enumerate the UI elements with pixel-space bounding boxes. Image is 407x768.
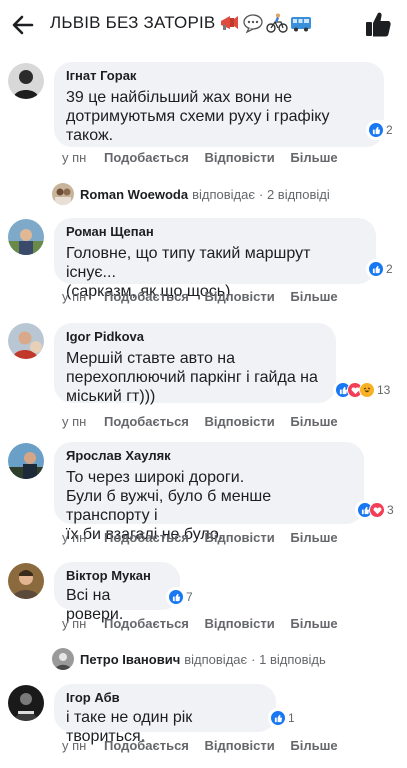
reply-count: · 2 відповіді bbox=[259, 186, 330, 202]
comment-author[interactable]: Роман Щепан bbox=[66, 224, 364, 240]
group-title: ЛЬВІВ БЕЗ ЗАТОРІВ bbox=[50, 13, 216, 32]
comment-actions: у пн Подобається Відповісти Більше bbox=[62, 414, 338, 429]
reaction-count: 3 bbox=[387, 503, 394, 517]
comment-actions: у пн Подобається Відповісти Більше bbox=[62, 289, 338, 304]
reply-verb: відповідає bbox=[184, 651, 248, 667]
comment-bubble: Ігнат Горак 39 це найбільший жах вони не… bbox=[54, 62, 384, 147]
comment-time: у пн bbox=[62, 289, 87, 304]
comment-author[interactable]: Віктор Мукан bbox=[66, 568, 168, 584]
back-arrow-icon[interactable] bbox=[10, 12, 36, 38]
bus-emoji-icon bbox=[291, 17, 311, 32]
more-button[interactable]: Більше bbox=[290, 738, 337, 753]
like-button[interactable]: Подобається bbox=[104, 530, 189, 545]
comment-time: у пн bbox=[62, 616, 87, 631]
comment-author[interactable]: Igor Pidkova bbox=[66, 329, 324, 345]
reaction-count: 2 bbox=[386, 123, 393, 137]
more-button[interactable]: Більше bbox=[290, 616, 337, 631]
avatar[interactable] bbox=[8, 63, 44, 99]
reply-button[interactable]: Відповісти bbox=[205, 289, 275, 304]
reaction-summary[interactable]: 2 bbox=[366, 259, 395, 279]
haha-reaction-icon bbox=[359, 382, 375, 398]
comment-time: у пн bbox=[62, 150, 87, 165]
reply-avatar bbox=[52, 183, 74, 205]
comment-bubble: Роман Щепан Головне, що типу такий маршр… bbox=[54, 218, 376, 300]
comment-bubble: Igor Pidkova Мершій ставте авто на перех… bbox=[54, 323, 336, 405]
like-button[interactable]: Подобається bbox=[104, 414, 189, 429]
reply-button[interactable]: Відповісти bbox=[205, 616, 275, 631]
reaction-summary[interactable]: 7 bbox=[166, 587, 195, 607]
thumbs-up-icon[interactable] bbox=[363, 9, 393, 39]
more-button[interactable]: Більше bbox=[290, 414, 337, 429]
avatar[interactable] bbox=[8, 219, 44, 255]
reply-button[interactable]: Відповісти bbox=[205, 530, 275, 545]
avatar[interactable] bbox=[8, 563, 44, 599]
like-reaction-icon bbox=[270, 710, 286, 726]
reaction-summary[interactable]: 3 bbox=[355, 500, 396, 520]
comment-actions: у пн Подобається Відповісти Більше bbox=[62, 738, 338, 753]
reaction-summary[interactable]: 2 bbox=[366, 120, 395, 140]
reply-author[interactable]: Петро Іванович bbox=[80, 652, 180, 667]
like-button[interactable]: Подобається bbox=[104, 738, 189, 753]
reaction-summary[interactable]: 13 bbox=[333, 380, 393, 400]
comment-author[interactable]: Ярослав Хауляк bbox=[66, 448, 352, 464]
reply-author[interactable]: Roman Woewoda bbox=[80, 187, 188, 202]
comment-bubble: Ігор Абв і таке не один рік твориться. bbox=[54, 684, 276, 745]
comment-time: у пн bbox=[62, 738, 87, 753]
top-bar: ЛЬВІВ БЕЗ ЗАТОРІВ bbox=[0, 0, 407, 52]
comment-text: 39 це найбільший жах вони не дотримуютьм… bbox=[66, 89, 330, 144]
cyclist-emoji-icon bbox=[266, 13, 288, 33]
title-emojis bbox=[218, 12, 312, 34]
more-button[interactable]: Більше bbox=[290, 289, 337, 304]
like-reaction-icon bbox=[368, 122, 384, 138]
reply-verb: відповідає bbox=[192, 186, 256, 202]
more-button[interactable]: Більше bbox=[290, 530, 337, 545]
comment-time: у пн bbox=[62, 530, 87, 545]
reply-avatar bbox=[52, 648, 74, 670]
comment-actions: у пн Подобається Відповісти Більше bbox=[62, 150, 338, 165]
reply-button[interactable]: Відповісти bbox=[205, 150, 275, 165]
avatar[interactable] bbox=[8, 685, 44, 721]
comment-actions: у пн Подобається Відповісти Більше bbox=[62, 616, 338, 631]
comment-author[interactable]: Ігор Абв bbox=[66, 690, 264, 706]
avatar[interactable] bbox=[8, 323, 44, 359]
reaction-count: 7 bbox=[186, 590, 193, 604]
reaction-count: 13 bbox=[377, 383, 391, 397]
avatar[interactable] bbox=[8, 443, 44, 479]
like-button[interactable]: Подобається bbox=[104, 150, 189, 165]
reaction-summary[interactable]: 1 bbox=[268, 708, 297, 728]
like-reaction-icon bbox=[368, 261, 384, 277]
reply-thread-link[interactable]: Петро Іванович відповідає · 1 відповідь bbox=[52, 648, 326, 670]
megaphone-emoji-icon bbox=[221, 16, 238, 30]
comment-text: Мершій ставте авто на перехоплюючий парк… bbox=[66, 350, 318, 405]
like-reaction-icon bbox=[168, 589, 184, 605]
reply-count: · 1 відповідь bbox=[251, 651, 326, 667]
like-button[interactable]: Подобається bbox=[104, 616, 189, 631]
reply-thread-link[interactable]: Roman Woewoda відповідає · 2 відповіді bbox=[52, 183, 330, 205]
comment-actions: у пн Подобається Відповісти Більше bbox=[62, 530, 338, 545]
reaction-count: 1 bbox=[288, 711, 295, 725]
comment-bubble: Віктор Мукан Всі на ровери. bbox=[54, 562, 180, 623]
comment-bubble: Ярослав Хауляк То через широкі дороги. Б… bbox=[54, 442, 364, 543]
love-reaction-icon bbox=[369, 502, 385, 518]
reply-button[interactable]: Відповісти bbox=[205, 738, 275, 753]
more-button[interactable]: Більше bbox=[290, 150, 337, 165]
comment-time: у пн bbox=[62, 414, 87, 429]
speech-bubble-icon bbox=[243, 14, 263, 34]
comment-author[interactable]: Ігнат Горак bbox=[66, 68, 372, 84]
reply-button[interactable]: Відповісти bbox=[205, 414, 275, 429]
like-button[interactable]: Подобається bbox=[104, 289, 189, 304]
reaction-count: 2 bbox=[386, 262, 393, 276]
